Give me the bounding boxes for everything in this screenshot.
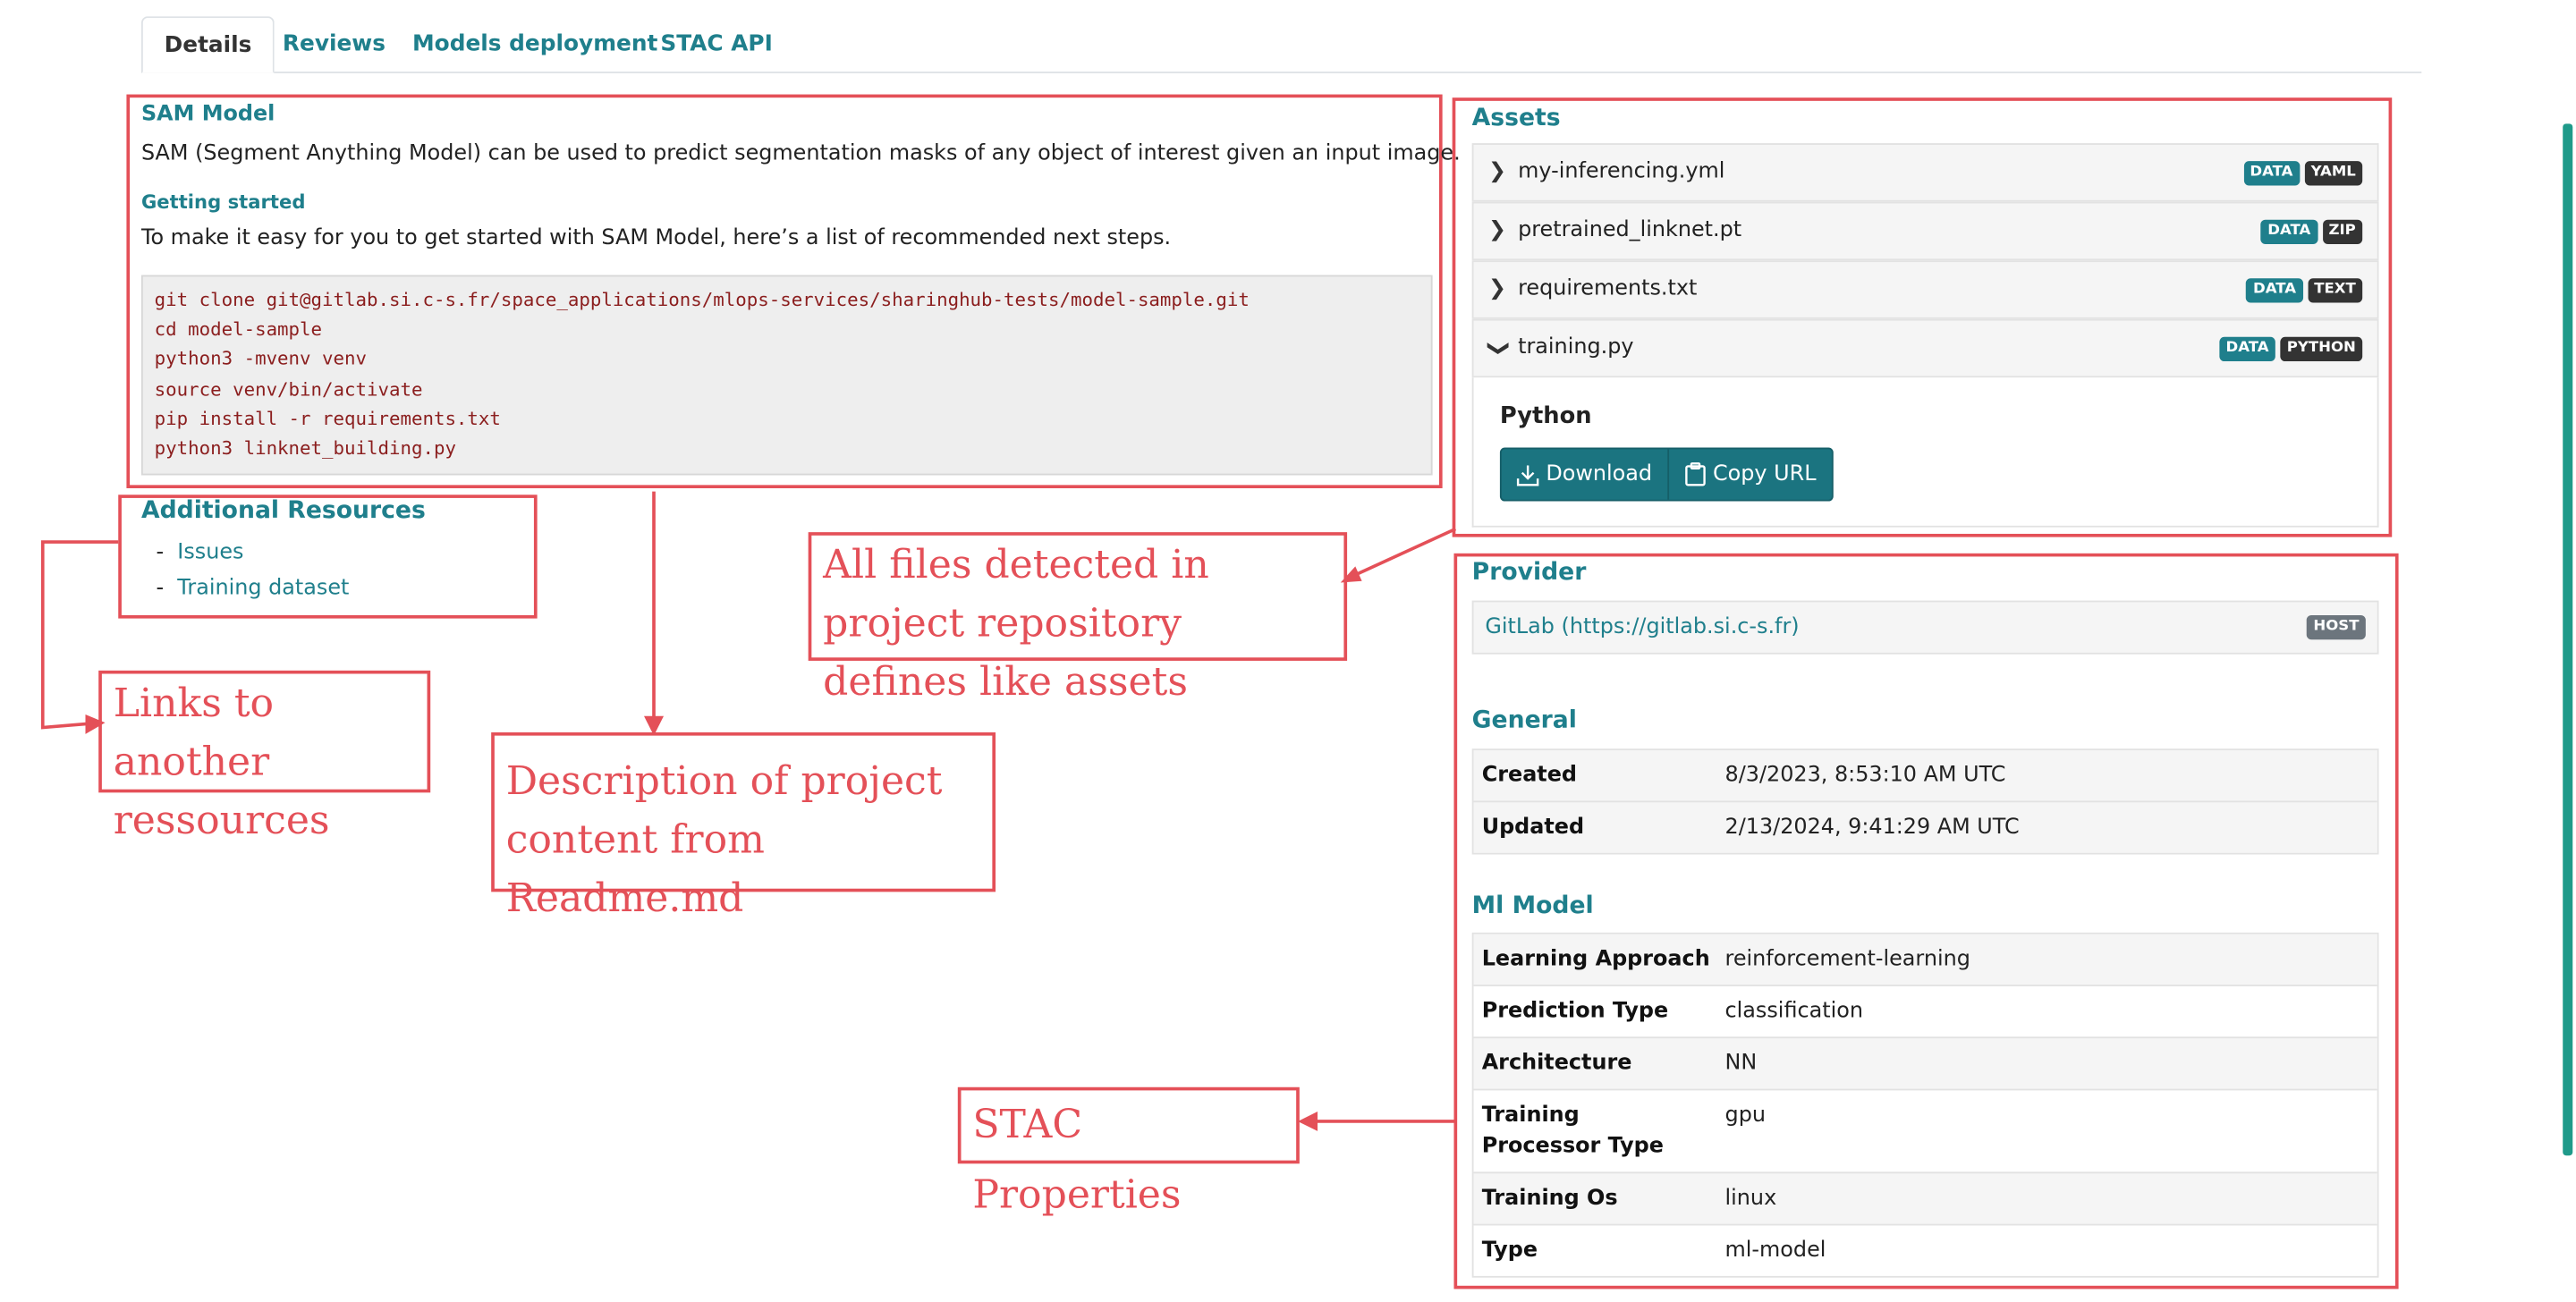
provider-title: Provider	[1471, 560, 1587, 587]
badge-data: DATA	[2260, 219, 2318, 244]
chevron-right-icon: ❯	[1488, 217, 1507, 243]
badge-data: DATA	[2246, 278, 2303, 303]
asset-name: pretrained_linknet.pt	[1518, 217, 1742, 243]
property-key: Architecture	[1481, 1051, 1632, 1077]
property-key: Created	[1481, 763, 1578, 788]
property-value: linux	[1724, 1186, 1777, 1212]
asset-row[interactable]: ❯ my-inferencing.yml DATA YAML	[1471, 143, 2379, 202]
ml-model-title: Ml Model	[1471, 893, 1594, 920]
badge-format: PYTHON	[2280, 336, 2363, 362]
provider-row: GitLab (https://gitlab.si.c-s.fr) HOST	[1471, 600, 2379, 655]
asset-detail-panel: Python Download Copy URL	[1471, 377, 2379, 528]
asset-row[interactable]: ❯ requirements.txt DATA TEXT	[1471, 260, 2379, 319]
badge-format: TEXT	[2307, 278, 2363, 303]
asset-badges: DATA ZIP	[2260, 219, 2363, 244]
asset-name: training.py	[1518, 334, 1634, 360]
stage: Details Reviews Models deployment STAC A…	[0, 0, 2576, 1302]
badge-data: DATA	[2243, 161, 2300, 186]
property-value: classification	[1724, 999, 1863, 1024]
download-icon	[1516, 464, 1539, 486]
general-title: General	[1471, 707, 1577, 734]
badge-data: DATA	[2219, 336, 2275, 362]
chevron-right-icon: ❯	[1488, 159, 1507, 184]
clipboard-icon	[1684, 462, 1706, 486]
asset-badges: DATA PYTHON	[2219, 336, 2363, 362]
table-row: Architecture NN	[1473, 1036, 2377, 1089]
asset-row-expanded[interactable]: ❯ training.py DATA PYTHON	[1471, 318, 2379, 378]
provider-link[interactable]: GitLab (https://gitlab.si.c-s.fr)	[1485, 602, 1799, 652]
asset-row[interactable]: ❯ pretrained_linknet.pt DATA ZIP	[1471, 201, 2379, 261]
table-row: Type ml-model	[1473, 1223, 2377, 1276]
host-badge: HOST	[2307, 614, 2366, 640]
badge-format: YAML	[2304, 161, 2363, 186]
property-key: Training Os	[1481, 1186, 1618, 1212]
table-row: Updated 2/13/2024, 9:41:29 AM UTC	[1473, 800, 2377, 853]
copy-url-label: Copy URL	[1712, 461, 1817, 487]
asset-detail-title: Python	[1499, 403, 1592, 430]
general-table: Created 8/3/2023, 8:53:10 AM UTC Updated…	[1471, 748, 2379, 855]
download-label: Download	[1546, 461, 1653, 487]
badge-format: ZIP	[2322, 219, 2363, 244]
property-key: Updated	[1481, 815, 1585, 841]
asset-name: my-inferencing.yml	[1518, 159, 1725, 184]
property-value: 2/13/2024, 9:41:29 AM UTC	[1724, 815, 2020, 841]
asset-badges: DATA TEXT	[2246, 278, 2363, 303]
property-value: gpu	[1724, 1103, 1766, 1129]
table-row: Prediction Type classification	[1473, 985, 2377, 1036]
chevron-down-icon: ❯	[1486, 339, 1511, 358]
table-row: Training Processor Type gpu	[1473, 1088, 2377, 1172]
asset-badges: DATA YAML	[2243, 161, 2363, 186]
property-value: NN	[1724, 1051, 1758, 1077]
table-row: Training Os linux	[1473, 1171, 2377, 1224]
property-key: Training Processor Type	[1481, 1103, 1664, 1159]
property-key: Learning Approach	[1481, 947, 1710, 972]
property-value: reinforcement-learning	[1724, 947, 1970, 972]
property-value: 8/3/2023, 8:53:10 AM UTC	[1724, 763, 2006, 788]
table-row: Learning Approach reinforcement-learning	[1473, 934, 2377, 985]
property-value: ml-model	[1724, 1239, 1826, 1264]
asset-name: requirements.txt	[1518, 276, 1698, 301]
assets-title: Assets	[1471, 106, 1561, 132]
download-button[interactable]: Download	[1502, 449, 1667, 499]
asset-button-group: Download Copy URL	[1499, 447, 1833, 502]
property-key: Type	[1481, 1239, 1538, 1264]
chevron-right-icon: ❯	[1488, 276, 1507, 301]
scrollbar[interactable]	[2563, 123, 2573, 1156]
table-row: Created 8/3/2023, 8:53:10 AM UTC	[1473, 750, 2377, 801]
copy-url-button[interactable]: Copy URL	[1666, 449, 1831, 500]
ml-model-table: Learning Approach reinforcement-learning…	[1471, 932, 2379, 1278]
property-key: Prediction Type	[1481, 999, 1669, 1024]
